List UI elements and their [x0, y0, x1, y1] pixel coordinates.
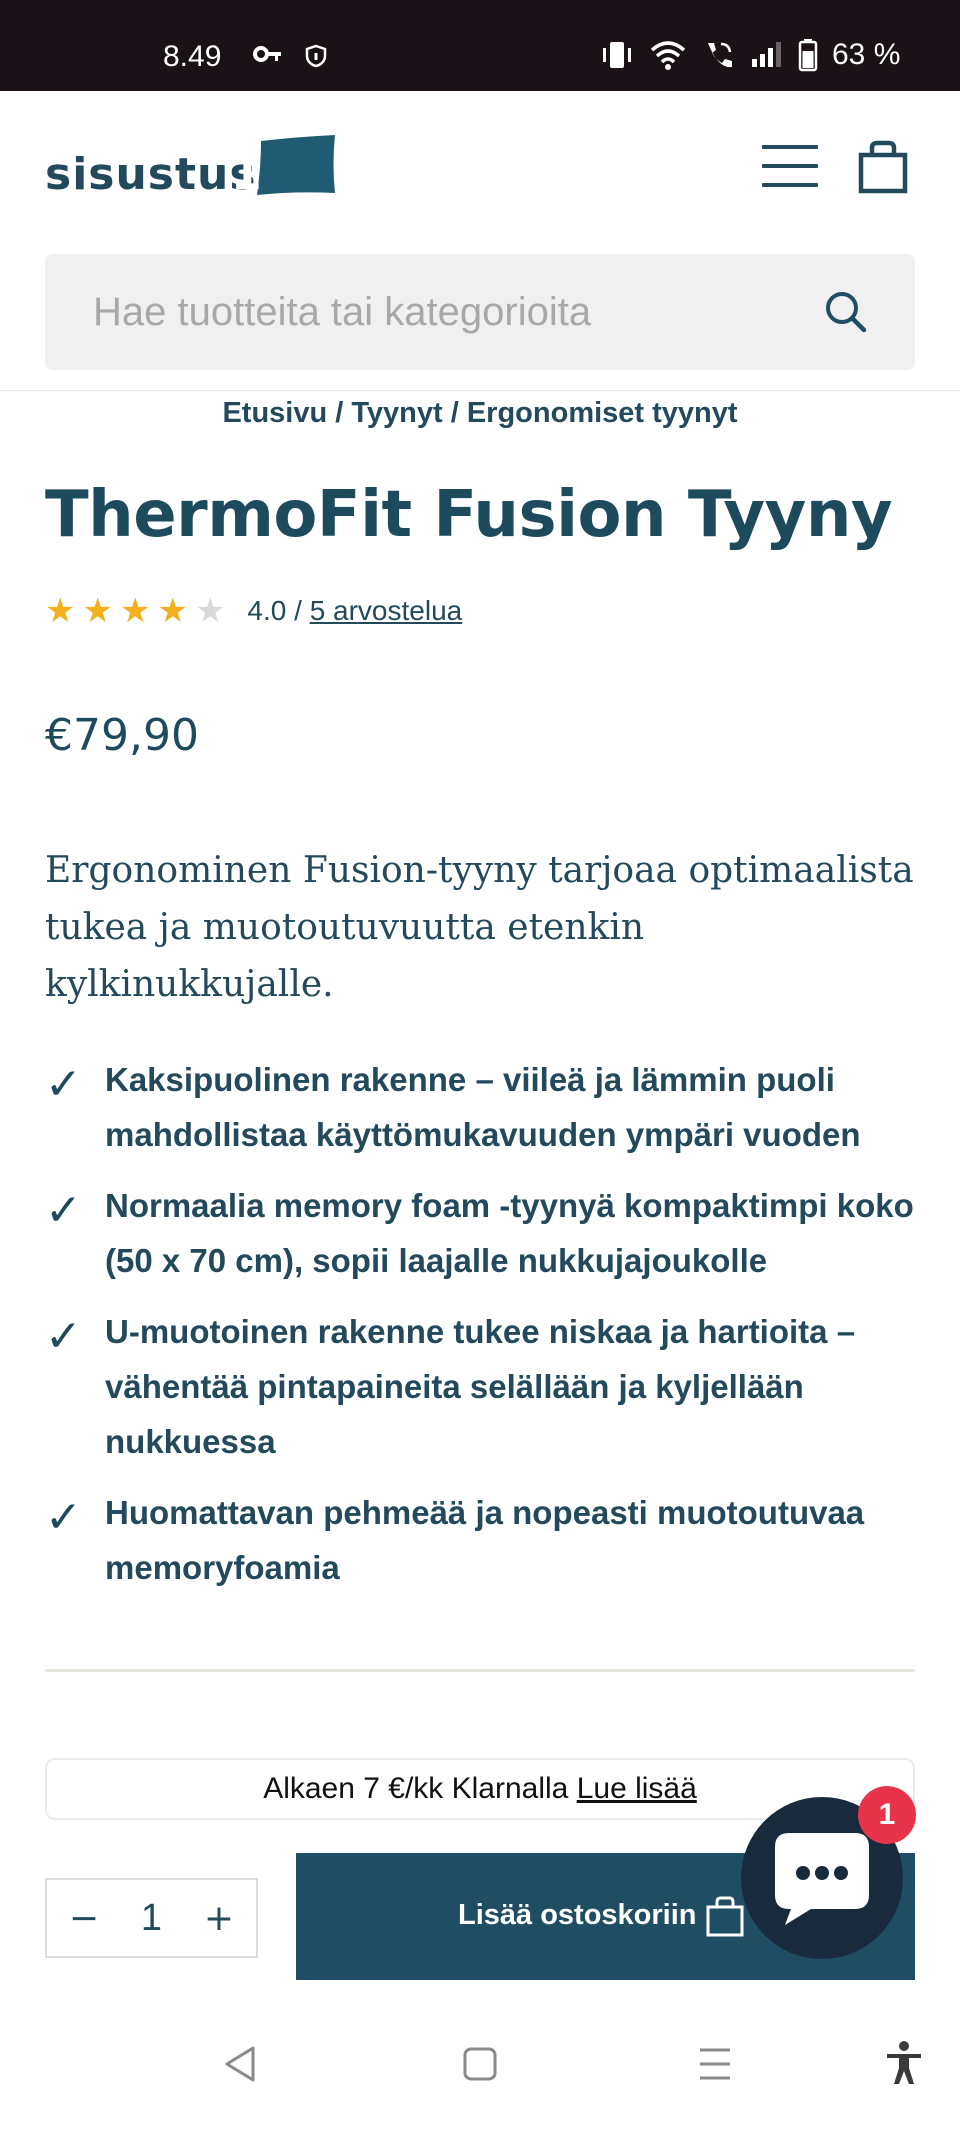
- checkmark-icon: ✓: [45, 1311, 82, 1362]
- wifi-icon: [650, 41, 686, 70]
- feature-text: Huomattavan pehmeää ja nopeasti muotoutu…: [105, 1494, 865, 1586]
- product-price: €79,90: [45, 710, 199, 761]
- logo-pillow-icon: [256, 135, 335, 195]
- divider: [45, 1669, 915, 1672]
- feature-text: U-muotoinen rakenne tukee niskaa ja hart…: [105, 1313, 856, 1460]
- feature-list: ✓ Kaksipuolinen rakenne – viileä ja lämm…: [45, 1052, 925, 1611]
- signal-icon: [752, 42, 781, 67]
- wifi-call-icon: [708, 42, 732, 68]
- shopping-bag-icon[interactable]: [858, 140, 908, 194]
- product-title: ThermoFit Fusion Tyyny: [45, 478, 893, 552]
- feature-item: ✓ Normaalia memory foam -tyynyä kompakti…: [45, 1178, 925, 1288]
- shield-icon: [305, 44, 327, 68]
- product-rating: ★ ★ ★ ★ ★ 4.0 / 5 arvostelua: [45, 594, 462, 628]
- star-icon: ★: [157, 591, 188, 631]
- reviews-link[interactable]: 5 arvostelua: [310, 595, 463, 626]
- quantity-increase-button[interactable]: +: [202, 1898, 236, 1939]
- klarna-text: Alkaen 7 €/kk Klarnalla: [263, 1772, 577, 1805]
- status-time: 8.49: [163, 40, 222, 73]
- add-to-cart-label: Lisää ostoskoriin: [458, 1899, 697, 1931]
- feature-text: Kaksipuolinen rakenne – viileä ja lämmin…: [105, 1061, 861, 1153]
- checkmark-icon: ✓: [45, 1185, 82, 1236]
- quantity-stepper: − 1 +: [45, 1878, 258, 1958]
- recents-icon[interactable]: [697, 2044, 733, 2084]
- system-nav-bar: [0, 2004, 960, 2133]
- star-icon: ★: [45, 591, 76, 631]
- feature-item: ✓ Kaksipuolinen rakenne – viileä ja lämm…: [45, 1052, 925, 1162]
- klarna-read-more-link[interactable]: Lue lisää: [577, 1772, 697, 1805]
- shopping-bag-icon: [706, 1896, 744, 1937]
- breadcrumb[interactable]: Etusivu / Tyynyt / Ergonomiset tyynyt: [0, 397, 960, 430]
- site-logo[interactable]: sisustus 1: [45, 135, 339, 197]
- search-bar: [45, 254, 915, 370]
- feature-item: ✓ Huomattavan pehmeää ja nopeasti muotou…: [45, 1485, 925, 1595]
- star-icon: ★: [119, 591, 151, 631]
- search-input[interactable]: [93, 284, 793, 340]
- menu-button[interactable]: [762, 145, 818, 187]
- search-icon[interactable]: [823, 289, 869, 335]
- hamburger-menu-icon: [762, 145, 818, 149]
- quantity-decrease-button[interactable]: −: [67, 1898, 101, 1939]
- logo-number: 1: [231, 149, 262, 200]
- vibrate-icon: [603, 42, 631, 68]
- quantity-input[interactable]: 1: [122, 1897, 182, 1940]
- status-bar: 8.49 63 %: [0, 0, 960, 91]
- battery-percent: 63 %: [832, 38, 901, 71]
- accessibility-icon[interactable]: [884, 2040, 924, 2086]
- home-icon[interactable]: [462, 2044, 498, 2084]
- feature-text: Normaalia memory foam -tyynyä kompaktimp…: [105, 1187, 914, 1279]
- chat-notification-badge: 1: [858, 1786, 916, 1844]
- product-description: Ergonominen Fusion-tyyny tarjoaa optimaa…: [45, 850, 914, 1005]
- checkmark-icon: ✓: [45, 1059, 82, 1110]
- logo-text: sisustus: [45, 149, 257, 200]
- battery-icon: [798, 39, 818, 72]
- feature-item: ✓ U-muotoinen rakenne tukee niskaa ja ha…: [45, 1304, 925, 1469]
- star-icon: ★: [82, 591, 113, 631]
- rating-stars: ★ ★ ★ ★ ★: [45, 594, 225, 628]
- star-empty-icon: ★: [194, 591, 226, 631]
- key-icon: [253, 46, 281, 62]
- checkmark-icon: ✓: [45, 1492, 82, 1543]
- rating-value: 4.0 /: [247, 595, 310, 626]
- back-icon[interactable]: [222, 2044, 258, 2084]
